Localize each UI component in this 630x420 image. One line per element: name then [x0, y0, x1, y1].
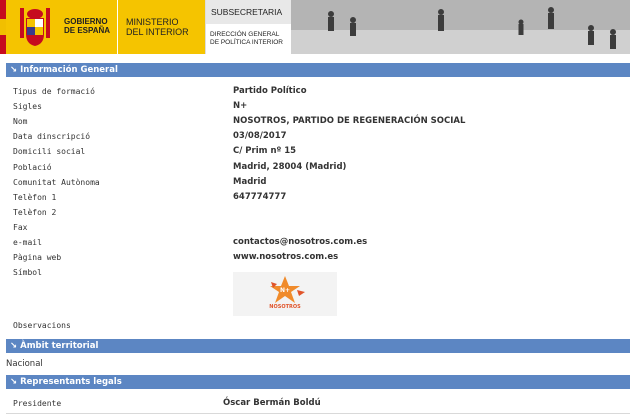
- ministry-logo[interactable]: MINISTERIO DEL INTERIOR: [117, 0, 206, 54]
- info-label: Pàgina web: [13, 253, 62, 263]
- info-value: Madrid: [233, 176, 267, 187]
- arrow-down-right-icon: ↘: [10, 65, 18, 75]
- info-row: e-mail contactos@nosotros.com.es: [13, 235, 623, 250]
- info-label: Símbol: [13, 268, 42, 278]
- info-value: Partido Político: [233, 86, 307, 96]
- info-row: Sigles N+: [13, 99, 623, 114]
- info-row: Fax: [13, 220, 623, 235]
- logo-mark: N+: [280, 287, 290, 294]
- gov-line1: GOBIERNO: [64, 17, 108, 26]
- observacions-label: Observacions: [13, 321, 71, 330]
- info-row: Data dinscripció 03/08/2017: [13, 129, 623, 144]
- info-value: Madrid, 28004 (Madrid): [233, 161, 347, 172]
- info-row: Pàgina web www.nosotros.com.es: [13, 250, 623, 265]
- section-bar-general[interactable]: ↘ Información General: [6, 63, 630, 77]
- ambit-value: Nacional: [6, 359, 43, 369]
- info-row: Població Madrid, 28004 (Madrid): [13, 160, 623, 175]
- ministry-line1: MINISTERIO: [126, 17, 179, 27]
- info-value: C/ Prim nº 15: [233, 146, 297, 157]
- info-row: Telèfon 2: [13, 205, 623, 220]
- coat-of-arms-icon: [20, 8, 50, 46]
- subsecretaria-block: SUBSECRETARIA DIRECCIÓN GENERAL DE POLÍT…: [205, 0, 292, 54]
- info-value: N+: [233, 101, 248, 112]
- arrow-down-right-icon: ↘: [10, 341, 18, 351]
- info-label: Tipus de formació: [13, 87, 95, 96]
- info-value[interactable]: contactos@nosotros.com.es: [233, 235, 367, 250]
- info-value: NOSOTROS, PARTIDO DE REGENERACIÓN SOCIAL: [233, 116, 466, 127]
- info-row: Tipus de formació Partido Político: [13, 84, 623, 99]
- info-value[interactable]: www.nosotros.com.es: [233, 250, 338, 265]
- info-label: Telèfon 2: [13, 207, 57, 217]
- subsecretaria-title: SUBSECRETARIA: [211, 7, 283, 17]
- info-label: Data dinscripció: [13, 132, 91, 142]
- logo-text: NOSOTROS: [269, 304, 301, 310]
- ministry-line2: DEL INTERIOR: [126, 27, 189, 37]
- info-row: Telèfon 1 647774777: [13, 190, 623, 205]
- info-label: Nom: [13, 117, 28, 127]
- representant-value: Óscar Bermán Boldú: [223, 398, 321, 408]
- arrow-down-right-icon: ↘: [10, 377, 18, 387]
- section-bar-representants[interactable]: ↘ Representants legals: [6, 375, 630, 389]
- site-header: GOBIERNO DE ESPAÑA MINISTERIO DEL INTERI…: [0, 0, 630, 54]
- info-row: Domicili social C/ Prim nº 15: [13, 144, 623, 159]
- representant-label: Presidente: [13, 399, 62, 408]
- divider: [6, 413, 630, 414]
- info-row: Nom NOSOTROS, PARTIDO DE REGENERACIÓN SOC…: [13, 114, 623, 129]
- info-label: Sigles: [13, 102, 42, 112]
- government-logo[interactable]: GOBIERNO DE ESPAÑA: [6, 0, 117, 54]
- section-bar-ambit[interactable]: ↘ Àmbit territorial: [6, 339, 630, 353]
- party-logo: N+ NOSOTROS: [233, 272, 337, 316]
- info-value: 647774777: [233, 191, 287, 202]
- observacions-row: Observacions: [13, 318, 623, 333]
- info-label: Població: [13, 162, 52, 172]
- info-value: 03/08/2017: [233, 131, 287, 142]
- info-label: Comunitat Autònoma: [13, 177, 100, 187]
- section-title-general: Información General: [20, 65, 118, 75]
- section-title-ambit: Àmbit territorial: [20, 341, 99, 351]
- representant-row: Presidente Óscar Bermán Boldú: [13, 396, 623, 411]
- direction-line2: DE POLÍTICA INTERIOR: [210, 39, 283, 46]
- info-label: Telèfon 1: [13, 192, 57, 202]
- info-row: Comunitat Autònoma Madrid: [13, 175, 623, 190]
- gov-line2: DE ESPAÑA: [64, 26, 111, 35]
- header-photo: [291, 0, 630, 54]
- info-label: e-mail: [13, 238, 42, 247]
- direction-line1: DIRECCIÓN GENERAL: [210, 31, 280, 38]
- info-label: Domicili social: [13, 147, 86, 157]
- people-photo-icon: [291, 0, 630, 54]
- info-label: Fax: [13, 222, 28, 232]
- section-title-representants: Representants legals: [20, 377, 122, 387]
